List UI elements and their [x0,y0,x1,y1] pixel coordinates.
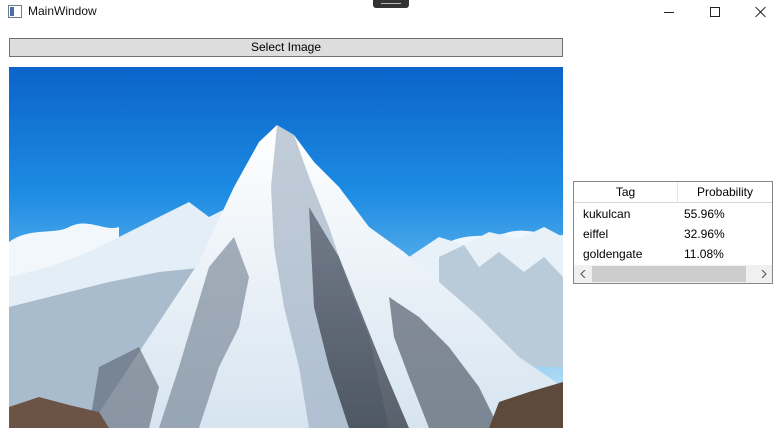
title-bar[interactable]: MainWindow [0,0,782,24]
app-window-icon [8,5,22,18]
tag-cell: eiffel [583,227,609,241]
scrollbar-thumb[interactable] [592,266,746,282]
probability-cell: 55.96% [684,207,725,221]
select-image-button[interactable]: Select Image [9,38,563,57]
column-header-tag[interactable]: Tag [574,182,678,203]
table-row[interactable]: eiffel 32.96% [574,224,772,244]
scroll-right-button[interactable] [755,265,772,283]
tag-cell: kukulcan [583,207,631,221]
grid-header: Tag Probability [574,182,772,203]
chevron-right-icon [761,270,767,278]
close-button[interactable] [738,0,782,24]
mountain-image [9,67,563,428]
probability-cell: 32.96% [684,227,725,241]
maximize-icon [710,7,720,17]
window-title: MainWindow [28,4,97,18]
probability-cell: 11.08% [684,247,724,261]
selected-image [9,67,563,428]
minimize-button[interactable] [646,0,692,24]
tag-cell: goldengate [583,247,643,261]
scroll-left-button[interactable] [574,265,591,283]
drag-grip-icon[interactable] [373,0,409,8]
close-icon [755,6,767,18]
table-row[interactable]: kukulcan 55.96% [574,204,772,224]
horizontal-scrollbar[interactable] [574,265,772,283]
chevron-left-icon [579,270,585,278]
table-row[interactable]: goldengate 11.08% [574,244,772,264]
maximize-button[interactable] [692,0,738,24]
minimize-icon [664,11,674,13]
column-header-probability[interactable]: Probability [678,182,772,203]
results-grid[interactable]: Tag Probability kukulcan 55.96% eiffel 3… [573,181,773,284]
